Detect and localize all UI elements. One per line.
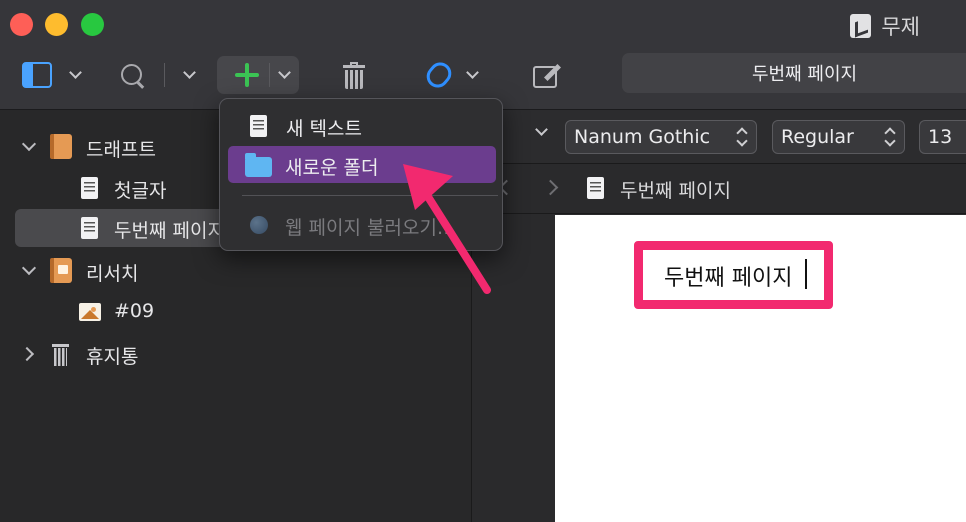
disclosure-closed-icon[interactable] <box>19 346 35 362</box>
divider <box>269 63 270 87</box>
editor-gutter <box>473 215 555 522</box>
sidebar-item-image[interactable]: #09 <box>0 293 472 331</box>
image-icon <box>79 303 101 321</box>
sidebar-item-research[interactable]: 리서치 <box>0 252 472 290</box>
document-icon <box>81 177 98 199</box>
font-size-value: 13 <box>928 126 953 148</box>
sidebar-toggle-button[interactable] <box>22 56 82 94</box>
plus-icon <box>235 63 259 87</box>
add-dropdown-menu: 새 텍스트 새로운 폴더 웹 페이지 불러오기… <box>219 98 503 251</box>
menu-item-label: 새로운 폴더 <box>285 157 379 179</box>
sidebar-item-trash[interactable]: 휴지통 <box>0 335 472 373</box>
menu-item-label: 웹 페이지 불러오기… <box>285 217 456 239</box>
font-weight-select[interactable]: Regular <box>772 120 905 154</box>
format-bar: Ta Nanum Gothic Regular 13 <box>473 110 966 164</box>
window-title: 무제 <box>850 11 920 41</box>
path-title[interactable]: 두번째 페이지 <box>620 176 731 203</box>
font-weight-value: Regular <box>781 126 854 148</box>
menu-item-label: 새 텍스트 <box>286 118 362 140</box>
paperclip-icon <box>422 57 456 93</box>
folder-icon <box>245 153 272 177</box>
editor-text[interactable]: 두번째 페이지 <box>664 260 792 292</box>
menu-item-new-folder[interactable]: 새로운 폴더 <box>228 146 496 183</box>
menu-item-import-web-page: 웹 페이지 불러오기… <box>228 206 496 243</box>
menu-item-new-text[interactable]: 새 텍스트 <box>228 107 496 144</box>
sidebar-item-label: 휴지통 <box>86 346 139 368</box>
updown-arrows-icon <box>738 127 746 147</box>
document-icon <box>587 177 604 199</box>
search-icon <box>120 63 144 87</box>
document-icon <box>250 115 267 137</box>
add-button[interactable] <box>217 56 299 94</box>
disclosure-open-icon[interactable] <box>21 260 37 276</box>
sidebar-item-label: 리서치 <box>86 263 139 285</box>
forward-arrow-icon[interactable] <box>542 179 559 196</box>
font-family-select[interactable]: Nanum Gothic <box>565 120 757 154</box>
close-window-button[interactable] <box>10 13 33 36</box>
trash-icon <box>52 342 69 366</box>
path-bar: 두번째 페이지 <box>473 164 966 214</box>
minimize-window-button[interactable] <box>45 13 68 36</box>
zoom-window-button[interactable] <box>81 13 104 36</box>
compose-icon <box>533 62 562 89</box>
disclosure-open-icon[interactable] <box>21 136 37 152</box>
menu-divider <box>242 195 498 196</box>
font-family-value: Nanum Gothic <box>574 126 711 148</box>
window-title-label: 무제 <box>881 15 920 39</box>
delete-button[interactable] <box>343 56 365 94</box>
compose-button[interactable] <box>533 56 562 94</box>
document-title-label: 두번째 페이지 <box>752 64 858 85</box>
search-button[interactable] <box>120 56 196 94</box>
font-size-field[interactable]: 13 <box>919 120 966 154</box>
chevron-down-icon[interactable] <box>69 66 82 79</box>
chevron-down-icon[interactable] <box>535 123 548 136</box>
globe-icon <box>250 216 268 234</box>
research-folder-icon <box>50 258 72 283</box>
document-icon <box>81 217 98 239</box>
sidebar-icon <box>22 62 52 88</box>
chevron-down-icon[interactable] <box>278 66 291 79</box>
chevron-down-icon[interactable] <box>183 66 196 79</box>
attach-button[interactable] <box>422 56 479 94</box>
updown-arrows-icon <box>886 127 894 147</box>
document-title-field[interactable]: 두번째 페이지 <box>622 53 966 93</box>
sidebar-item-label: 드래프트 <box>86 139 156 161</box>
draft-folder-icon <box>50 134 72 159</box>
divider <box>164 63 165 87</box>
toolbar: 무제 두번째 페이지 <box>0 0 966 110</box>
sidebar-item-label: 첫글자 <box>114 180 167 202</box>
trash-icon <box>343 61 365 89</box>
sidebar-item-label: 두번째 페이지 <box>114 220 225 242</box>
sidebar-item-label: #09 <box>114 300 155 322</box>
text-caret <box>805 259 807 289</box>
project-icon <box>850 14 872 38</box>
chevron-down-icon[interactable] <box>466 66 479 79</box>
